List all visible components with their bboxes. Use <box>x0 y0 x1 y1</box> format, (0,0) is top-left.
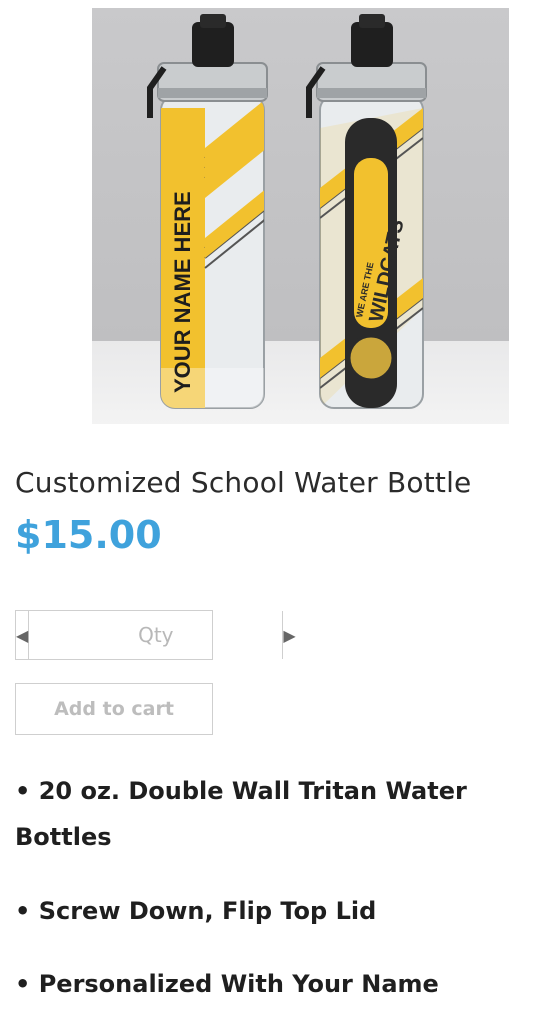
bottle-left: YOUR NAME HERE <box>147 14 268 409</box>
caret-left-icon: ◀ <box>16 625 29 645</box>
water-bottles-illustration: YOUR NAME HERE WE ARE THE WILDCATS <box>147 14 427 409</box>
quantity-input[interactable] <box>29 611 283 659</box>
feature-item: • Screw Down, Flip Top Lid <box>15 897 377 925</box>
add-to-cart-button[interactable]: Add to cart <box>15 683 213 735</box>
bottle-left-text: YOUR NAME HERE <box>170 191 195 393</box>
product-image[interactable]: YOUR NAME HERE WE ARE THE WILDCATS <box>92 8 509 424</box>
feature-list: • 20 oz. Double Wall Tritan Water Bottle… <box>15 768 530 1034</box>
caret-right-icon: ▶ <box>283 625 296 645</box>
quantity-stepper: ◀ ▶ <box>15 610 296 660</box>
bottle-right: WE ARE THE WILDCATS <box>306 14 427 409</box>
product-price: $15.00 <box>15 513 162 557</box>
feature-item: • 20 oz. Double Wall Tritan Water Bottle… <box>15 777 467 851</box>
quantity-decrement-button[interactable]: ◀ <box>16 611 30 659</box>
quantity-increment-button[interactable]: ▶ <box>282 611 296 659</box>
feature-item: • Personalized With Your Name <box>15 970 439 998</box>
product-title: Customized School Water Bottle <box>15 466 472 499</box>
